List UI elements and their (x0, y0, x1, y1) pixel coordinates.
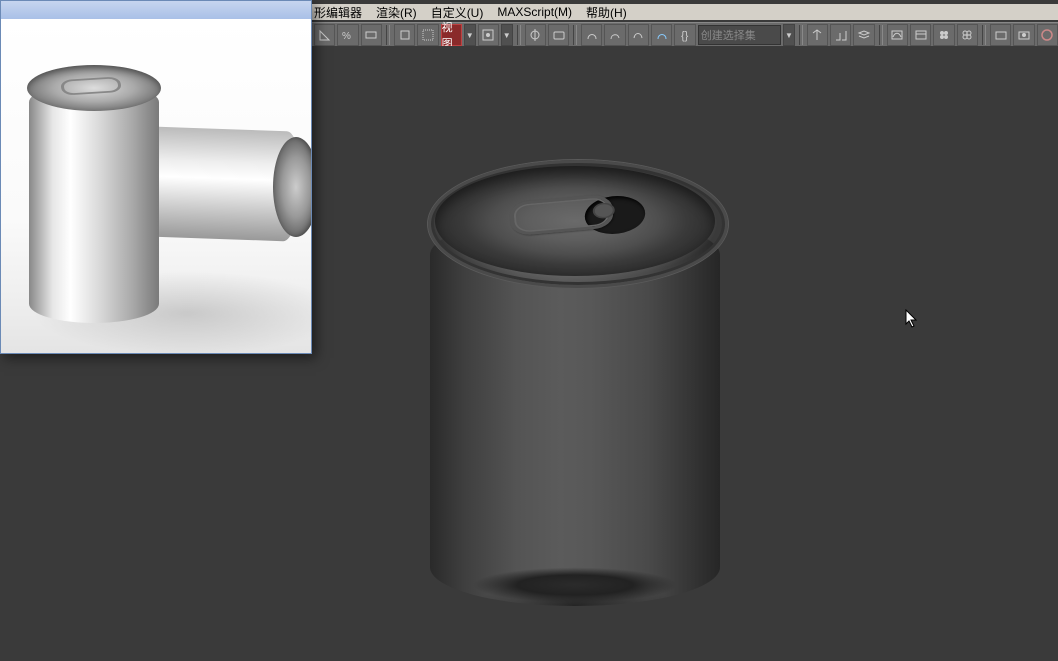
selection-set-input[interactable]: 创建选择集 (698, 25, 781, 45)
render-frame-icon[interactable] (1013, 24, 1034, 46)
svg-text:%: % (342, 31, 351, 42)
reference-image-content (1, 19, 311, 353)
render-setup-icon[interactable] (990, 24, 1011, 46)
snap-percent-icon[interactable]: % (337, 24, 358, 46)
use-pivot-center-icon[interactable] (478, 24, 499, 46)
curve-editor-icon[interactable] (887, 24, 908, 46)
named-selection-icon[interactable]: {} (674, 24, 695, 46)
align-icon[interactable] (830, 24, 851, 46)
snap-2d-icon[interactable] (581, 24, 602, 46)
menu-graph-editor[interactable]: 形编辑器 (314, 4, 362, 21)
selection-set-dropdown[interactable]: ▼ (783, 24, 795, 46)
ref-standing-can (29, 83, 159, 323)
menu-help[interactable]: 帮助(H) (586, 4, 627, 21)
schematic-view-icon[interactable] (910, 24, 931, 46)
render-icon[interactable] (1037, 24, 1058, 46)
keyboard-shortcut-icon[interactable] (548, 24, 569, 46)
menu-customize[interactable]: 自定义(U) (431, 4, 484, 21)
spinner-snap-icon[interactable] (361, 24, 382, 46)
menu-maxscript[interactable]: MAXScript(M) (497, 5, 572, 19)
mouse-cursor-icon (905, 309, 919, 329)
reference-coord-dropdown[interactable]: ▼ (464, 24, 476, 46)
toolbar-separator (799, 25, 803, 45)
manipulate-icon[interactable] (525, 24, 546, 46)
toolbar-separator (517, 25, 521, 45)
ref-lying-can-lid (273, 137, 311, 237)
reference-image (1, 19, 311, 353)
toolbar-separator (879, 25, 883, 45)
window-selection-icon[interactable] (417, 24, 438, 46)
snap-2-5d-icon[interactable] (604, 24, 625, 46)
reference-window-titlebar[interactable] (1, 1, 311, 20)
toolbar-separator (982, 25, 986, 45)
menu-bar: 形编辑器 渲染(R) 自定义(U) MAXScript(M) 帮助(H) (310, 4, 1058, 20)
selection-filter-icon[interactable] (394, 24, 415, 46)
snap-3d-icon[interactable] (628, 24, 649, 46)
snap-angle-icon[interactable] (314, 24, 335, 46)
reference-coord-button[interactable]: 视图 (441, 24, 462, 46)
material-editor-icon[interactable] (933, 24, 954, 46)
layer-manager-icon[interactable] (853, 24, 874, 46)
model-soda-can (420, 96, 730, 616)
toolbar-separator (573, 25, 577, 45)
menu-render[interactable]: 渲染(R) (376, 4, 417, 21)
mirror-icon[interactable] (807, 24, 828, 46)
main-toolbar: % 视图 ▼ ▼ {} 创建选择集 ▼ (310, 22, 1058, 48)
reference-image-window[interactable] (0, 0, 312, 354)
material-editor2-icon[interactable] (957, 24, 978, 46)
svg-text:{}: {} (681, 30, 689, 42)
pivot-dropdown[interactable]: ▼ (501, 24, 513, 46)
toolbar-separator (386, 25, 390, 45)
snap-axis-icon[interactable] (651, 24, 672, 46)
